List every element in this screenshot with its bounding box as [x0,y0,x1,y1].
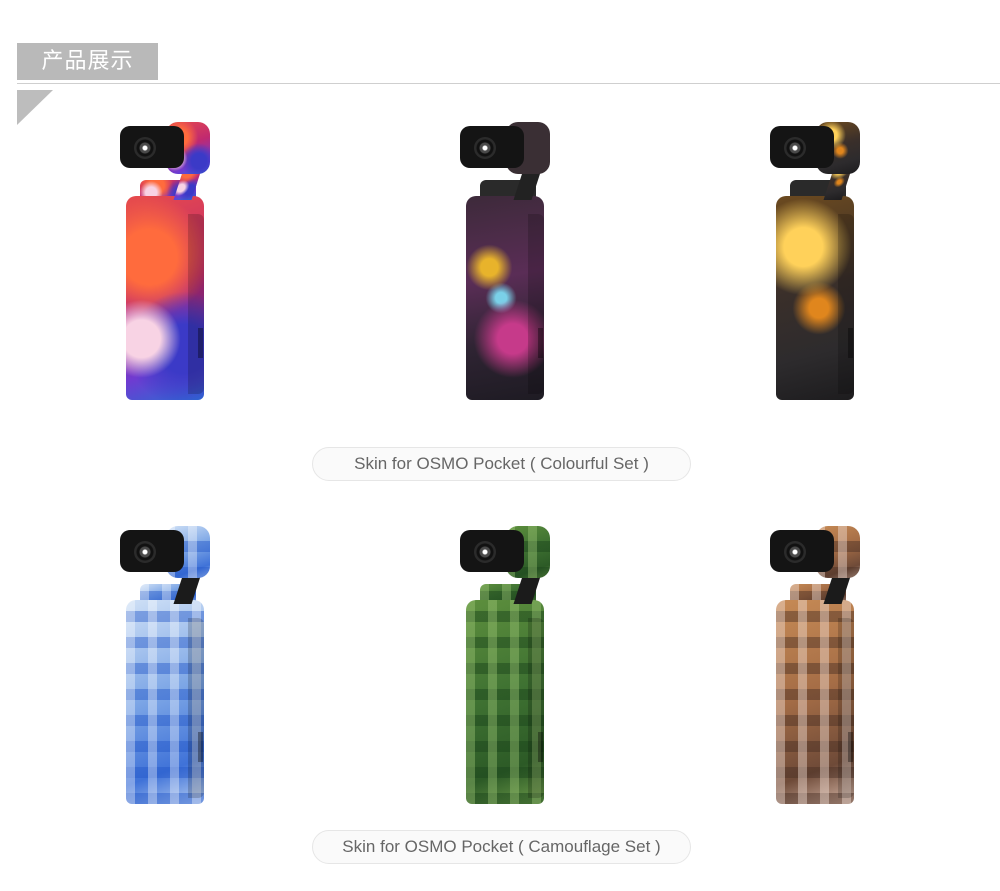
lens-icon [134,137,156,159]
camera-head [770,530,834,572]
product-colourful-galaxy[interactable] [458,118,558,408]
camera-side-panel [188,214,204,394]
camera-port [198,732,203,762]
camera-head [120,126,184,168]
lens-icon [474,137,496,159]
caption-camouflage-set: Skin for OSMO Pocket ( Camouflage Set ) [312,830,691,864]
product-colourful-gold-flame[interactable] [768,118,868,408]
camera-head [120,530,184,572]
camera-side-panel [528,214,544,394]
camera-side-panel [528,618,544,798]
header-divider [17,83,1000,84]
product-camouflage-brown[interactable] [768,522,868,812]
product-camouflage-green[interactable] [458,522,558,812]
lens-icon [784,137,806,159]
camera-head [460,126,524,168]
camera-side-panel [838,618,854,798]
camera-head [770,126,834,168]
lens-icon [784,541,806,563]
header-fold-corner [17,90,53,125]
camera-side-panel [838,214,854,394]
product-colourful-red-purple[interactable] [118,118,218,408]
lens-icon [474,541,496,563]
camera-port [848,732,853,762]
camera-port [538,328,543,358]
camera-head [460,530,524,572]
section-title: 产品展示 [17,43,158,80]
lens-icon [134,541,156,563]
camera-side-panel [188,618,204,798]
caption-colourful-set: Skin for OSMO Pocket ( Colourful Set ) [312,447,691,481]
product-camouflage-blue[interactable] [118,522,218,812]
camera-port [198,328,203,358]
camera-port [848,328,853,358]
camera-port [538,732,543,762]
